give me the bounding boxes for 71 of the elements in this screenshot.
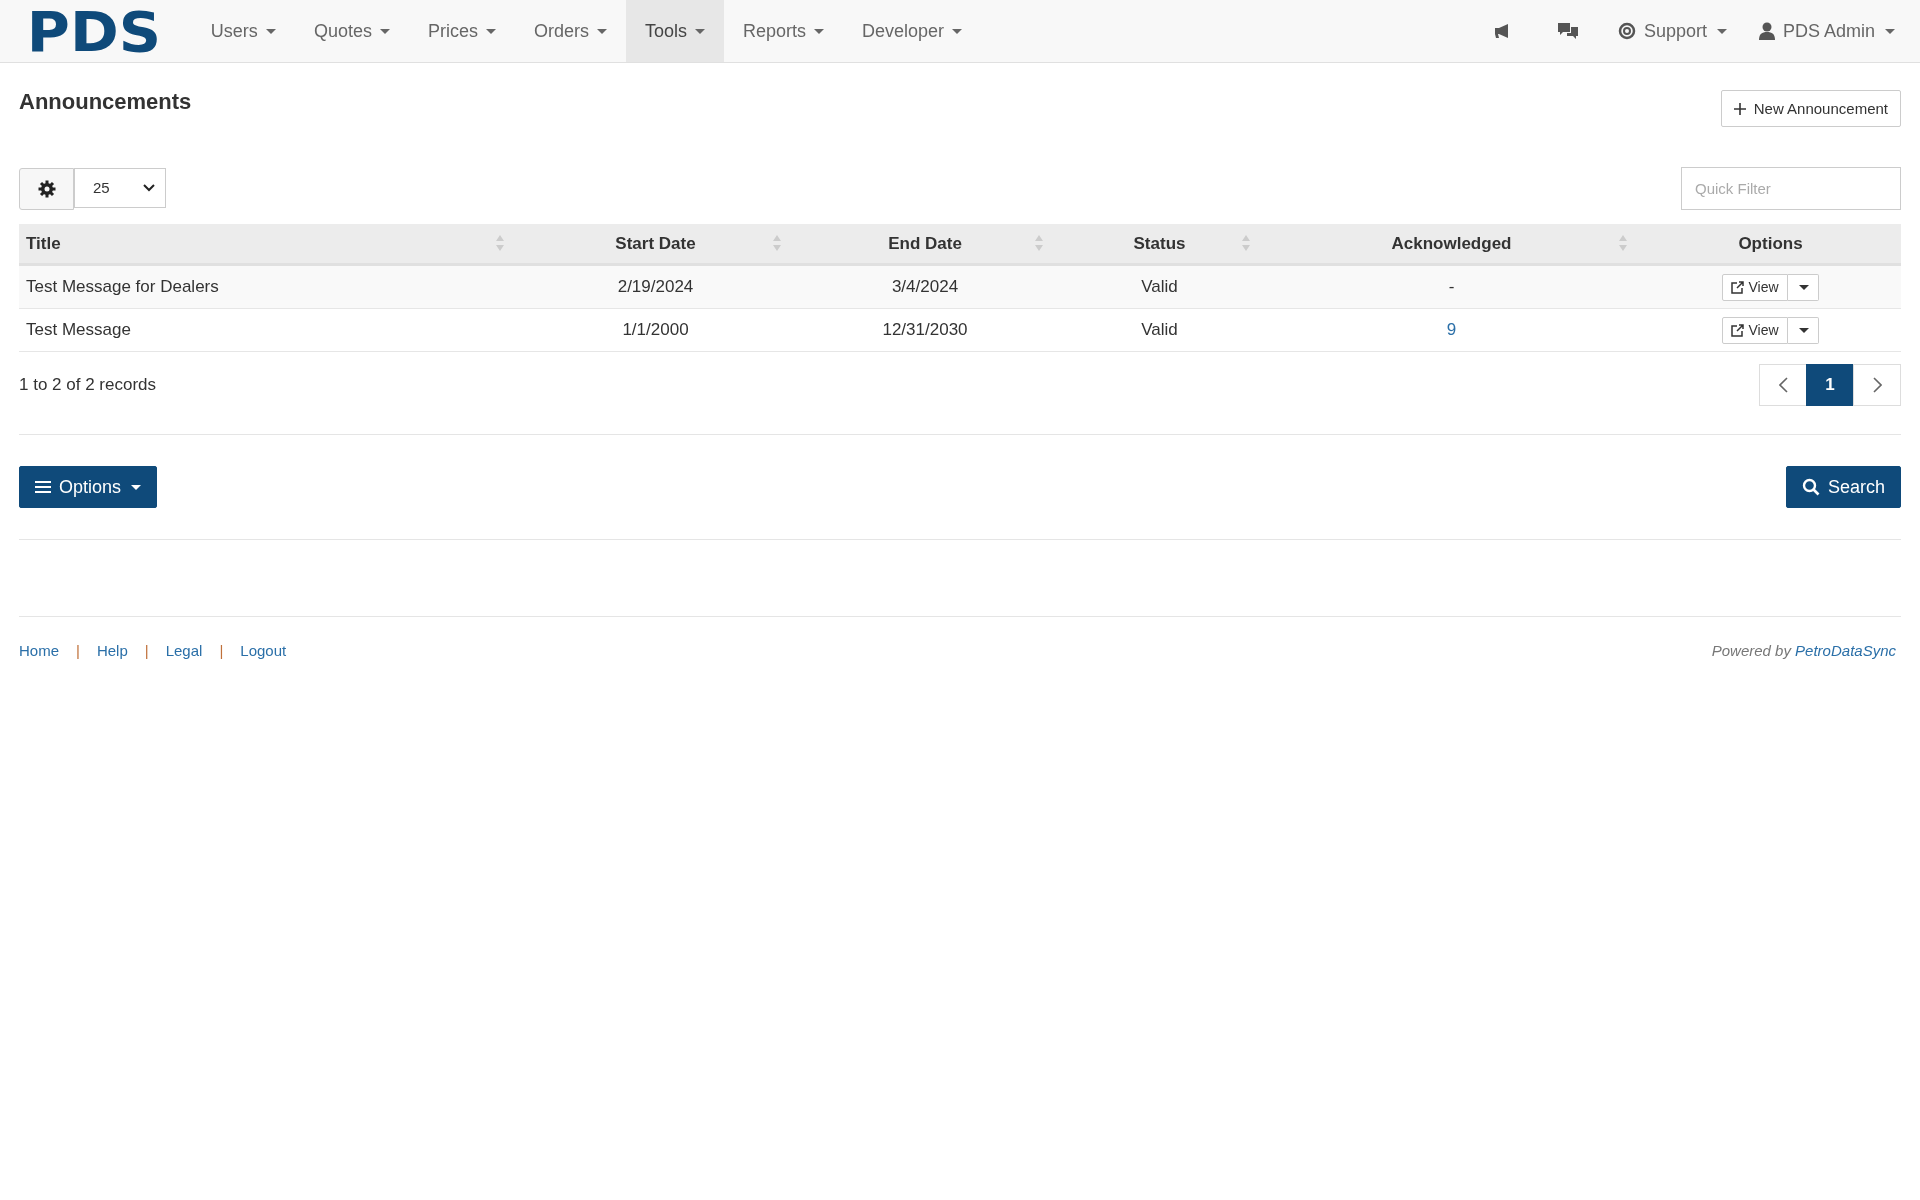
caret-icon (265, 28, 276, 34)
caret-icon (485, 28, 496, 34)
table-cell: Test Message (19, 308, 517, 352)
footer-link[interactable]: Home (19, 642, 59, 659)
column-header[interactable]: Acknowledged (1263, 224, 1640, 265)
previous-page-button[interactable] (1759, 364, 1807, 406)
options-button[interactable]: Options (19, 466, 158, 508)
table-cell: Valid (1056, 308, 1263, 352)
footer-link[interactable]: Legal (165, 642, 203, 659)
petrodatasync-link[interactable]: PetroDataSync (1795, 642, 1896, 659)
separator: | (76, 642, 80, 659)
table-cell: 3/4/2024 (794, 264, 1056, 309)
nav-menu-item[interactable]: Tools (625, 0, 724, 62)
chevron-left-icon (1778, 377, 1788, 393)
external-link-icon (1731, 280, 1745, 294)
search-button[interactable]: Search (1785, 466, 1901, 508)
user-menu[interactable]: PDS Admin (1752, 0, 1901, 62)
dropdown-toggle[interactable] (1787, 316, 1819, 344)
table-cell: 1/1/2000 (517, 308, 794, 352)
page-button[interactable]: 1 (1806, 364, 1854, 406)
page-title: Announcements (19, 89, 192, 115)
footer-link[interactable]: Logout (240, 642, 287, 659)
dropdown-toggle[interactable] (1787, 273, 1819, 301)
nav-menu-item[interactable]: Orders (514, 0, 626, 62)
caret-icon (952, 28, 963, 34)
caret-icon (1885, 28, 1895, 34)
view-button[interactable]: View (1722, 273, 1788, 301)
external-link-icon (1731, 323, 1745, 337)
table-cell: Test Message for Dealers (19, 264, 517, 309)
caret-icon (1716, 28, 1727, 34)
user-icon (1758, 22, 1775, 40)
column-header: Options (1640, 224, 1901, 265)
powered-by-text: Powered by PetroDataSync (1711, 642, 1896, 659)
nav-menu-item[interactable]: Prices (408, 0, 515, 62)
menu-icon (35, 480, 51, 494)
column-header[interactable]: Title (19, 224, 517, 265)
quick-filter-field[interactable]: Quick Filter (1681, 167, 1901, 210)
caret-icon (131, 484, 142, 490)
table-cell: 2/19/2024 (517, 264, 794, 309)
logo[interactable]: PDS (26, 0, 162, 62)
caret-icon (596, 28, 607, 34)
table-cell: Valid (1056, 264, 1263, 309)
caret-icon (695, 28, 705, 34)
view-button[interactable]: View (1722, 316, 1788, 344)
caret-icon (379, 28, 390, 34)
nav-menu-item[interactable]: Developer (843, 0, 982, 62)
caret-icon (1798, 327, 1809, 333)
chevron-down-icon (143, 183, 155, 192)
chevron-right-icon (1872, 377, 1882, 393)
chat-bubbles-icon[interactable] (1555, 21, 1580, 41)
search-icon (1801, 478, 1820, 496)
page-size-select[interactable]: 25 (74, 167, 166, 208)
caret-icon (1798, 284, 1809, 290)
column-header[interactable]: End Date (794, 224, 1056, 265)
table-cell: - (1263, 264, 1640, 309)
acknowledged-link[interactable]: 9 (1446, 320, 1457, 339)
footer-link[interactable]: Help (96, 642, 128, 659)
settings-button[interactable] (19, 167, 74, 210)
plus-icon (1733, 102, 1746, 115)
column-header[interactable]: Start Date (517, 224, 794, 265)
separator: | (144, 642, 149, 659)
nav-menu-item[interactable]: Reports (724, 0, 843, 62)
records-count: 1 to 2 of 2 records (19, 375, 157, 395)
nav-menu-item[interactable]: Users (191, 0, 295, 62)
support-menu[interactable]: Support (1611, 0, 1733, 62)
table-cell: 12/31/2030 (794, 308, 1056, 352)
new-announcement-button[interactable]: New Announcement (1720, 90, 1901, 127)
caret-icon (814, 28, 824, 34)
column-header[interactable]: Status (1056, 224, 1263, 265)
nav-menu-item[interactable]: Quotes (294, 0, 409, 62)
separator: | (219, 642, 224, 659)
